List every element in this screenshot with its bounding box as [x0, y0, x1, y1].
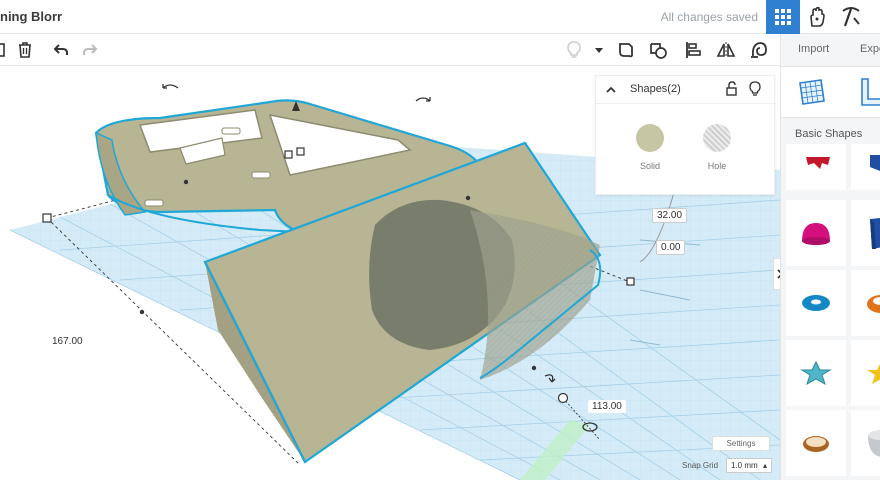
shapes-panel: Import Expo Basic Shapes — [780, 34, 880, 480]
light-bulb-icon — [567, 41, 581, 58]
half-sphere-icon — [802, 223, 830, 245]
snap-grid-label: Snap Grid — [682, 461, 719, 470]
shape-paraboloid[interactable] — [851, 410, 880, 476]
shape-box-top[interactable] — [851, 144, 880, 190]
3d-design-view-button[interactable] — [766, 0, 800, 34]
workplane-tool[interactable] — [797, 77, 827, 112]
settings-button[interactable]: Settings — [712, 436, 770, 451]
show-all-button[interactable] — [562, 38, 586, 62]
note-icon — [619, 43, 633, 58]
chevron-up-icon[interactable] — [604, 83, 618, 97]
delete-button[interactable] — [13, 38, 37, 62]
redo-button[interactable] — [79, 38, 103, 62]
group-icon — [650, 43, 667, 59]
dropdown-icon — [595, 48, 603, 53]
top-bar: ning Blorr All changes saved — [0, 0, 880, 34]
ruler-icon — [861, 78, 880, 106]
undo-button[interactable] — [48, 38, 72, 62]
trash-icon — [19, 42, 31, 58]
shape-text[interactable] — [786, 144, 846, 190]
shape-half-sphere[interactable] — [786, 200, 846, 266]
edit-toolbar — [0, 34, 780, 66]
chevron-down-icon: ▴ — [762, 461, 767, 470]
mirror-button[interactable] — [714, 38, 738, 62]
group-button[interactable] — [647, 38, 671, 62]
pickaxe-icon — [842, 7, 860, 27]
snap-grid-select[interactable]: 1.0 mm ▴ — [726, 458, 772, 473]
box-shape-icon — [870, 218, 880, 249]
save-status: All changes saved — [660, 10, 758, 24]
shape-box[interactable] — [851, 200, 880, 266]
copy-icon — [0, 43, 5, 57]
depth-dimension-label[interactable]: 167.00 — [48, 335, 87, 348]
elevation-dimension-label[interactable]: 0.00 — [656, 240, 686, 255]
shape-tube[interactable] — [851, 270, 880, 336]
ring-icon — [803, 436, 829, 452]
star-icon — [800, 360, 832, 386]
hole-label: Hole — [707, 161, 727, 171]
solid-color-swatch[interactable] — [636, 124, 664, 152]
height-dimension-label[interactable]: 32.00 — [652, 208, 688, 223]
cruise-button[interactable] — [747, 38, 771, 62]
text-shape-icon — [806, 157, 830, 169]
shape-inspector: Shapes(2) Solid Hole — [595, 75, 776, 195]
shape-torus[interactable] — [786, 270, 846, 336]
project-title[interactable]: ning Blorr — [0, 9, 62, 24]
box-shape-icon — [870, 155, 880, 171]
import-button[interactable]: Import — [798, 43, 829, 55]
align-icon — [686, 42, 701, 58]
shapes-category-label[interactable]: Basic Shapes — [795, 128, 862, 140]
shape-star-gold[interactable] — [851, 340, 880, 406]
light-bulb-icon[interactable] — [747, 81, 763, 97]
workplane-tools-row — [781, 66, 880, 118]
torus-icon — [802, 295, 830, 311]
inspector-title: Shapes(2) — [630, 83, 681, 95]
shape-star[interactable] — [786, 340, 846, 406]
bricks-view-button[interactable] — [837, 3, 865, 31]
blocks-view-button[interactable] — [803, 3, 831, 31]
redo-icon — [83, 44, 98, 55]
workplane-icon — [799, 79, 825, 105]
tube-icon — [867, 295, 880, 313]
lock-icon[interactable] — [724, 81, 740, 97]
align-button[interactable] — [681, 38, 705, 62]
solid-label: Solid — [639, 161, 660, 171]
export-button[interactable]: Expo — [860, 43, 880, 55]
hand-icon — [810, 6, 825, 27]
undo-icon — [53, 44, 68, 55]
shape-ring[interactable] — [786, 410, 846, 476]
visibility-dropdown[interactable] — [587, 38, 611, 62]
grid-icon — [775, 9, 791, 25]
cruise-icon — [751, 42, 767, 58]
ruler-tool[interactable] — [859, 77, 880, 112]
paraboloid-icon — [868, 430, 880, 457]
width-dimension-label[interactable]: 113.00 — [588, 400, 626, 413]
inspector-header: Shapes(2) — [596, 76, 776, 104]
hole-swatch[interactable] — [703, 124, 731, 152]
mirror-icon — [716, 42, 736, 58]
note-button[interactable] — [614, 38, 638, 62]
star-icon — [867, 364, 880, 384]
snap-grid-value: 1.0 mm — [731, 461, 758, 470]
